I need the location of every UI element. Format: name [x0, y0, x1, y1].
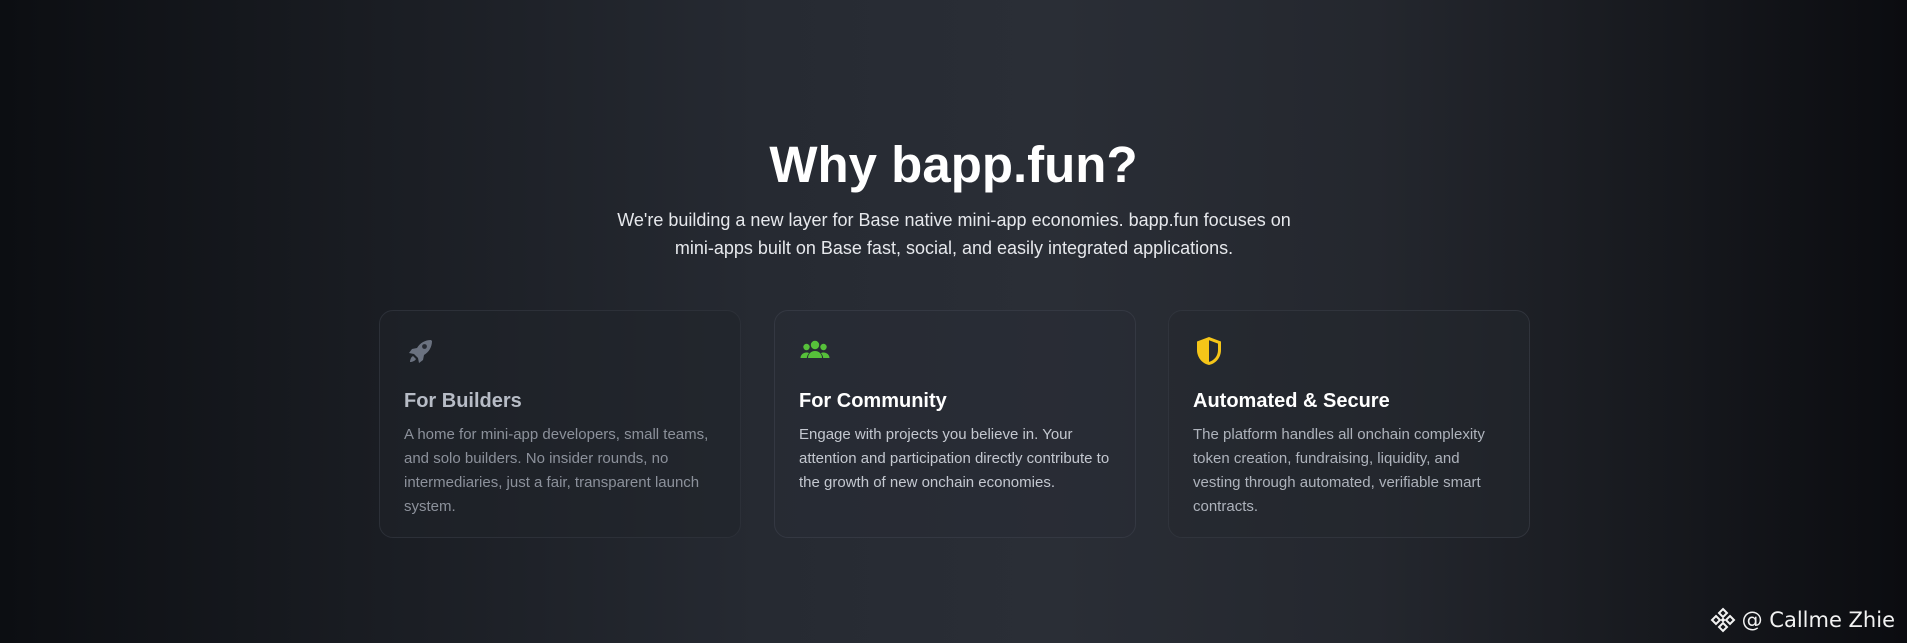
- section-title: Why bapp.fun?: [769, 136, 1138, 193]
- why-section: Why bapp.fun? We're building a new layer…: [0, 0, 1907, 643]
- feature-description: A home for mini-app developers, small te…: [404, 426, 709, 515]
- feature-card-builders: For Builders A home for mini-app develop…: [379, 310, 741, 538]
- feature-card-community: For Community Engage with projects you b…: [774, 310, 1136, 538]
- watermark-text: @ Callme Zhie: [1741, 608, 1895, 632]
- users-icon: [800, 340, 830, 358]
- feature-description: Engage with projects you believe in. You…: [799, 426, 1110, 491]
- feature-cards: For Builders A home for mini-app develop…: [379, 310, 1530, 538]
- shield-icon: [1197, 337, 1221, 365]
- feature-card-secure: Automated & Secure The platform handles …: [1168, 310, 1530, 538]
- binance-logo-icon: [1710, 607, 1736, 633]
- feature-title: For Builders: [404, 390, 522, 412]
- section-subtitle: We're building a new layer for Base nati…: [617, 210, 1291, 258]
- feature-title: For Community: [799, 390, 947, 412]
- rocket-icon: [409, 340, 432, 363]
- feature-description: The platform handles all onchain complex…: [1193, 426, 1485, 515]
- feature-title: Automated & Secure: [1193, 390, 1390, 412]
- watermark: @ Callme Zhie: [1710, 607, 1895, 633]
